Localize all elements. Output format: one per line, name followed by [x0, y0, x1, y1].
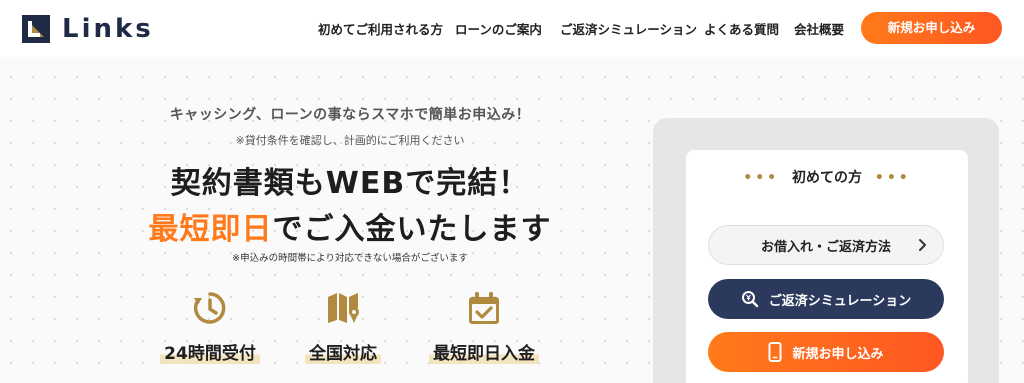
smartphone-icon — [768, 342, 782, 362]
hero-headline-1: 契約書類もWEBで完結！ — [170, 166, 530, 201]
dots-right-icon: ••• — [874, 170, 911, 186]
feature-same-day: 最短即日入金 — [414, 290, 554, 364]
clock-icon — [193, 292, 226, 324]
calendar-check-icon — [469, 292, 499, 324]
hero-section: キャッシング、ローンの事ならスマホで簡単お申込み！ ※貸付条件を確認し、計画的に… — [0, 57, 650, 383]
hero-note-hours: ※申込みの時間帯により対応できない場合がございます — [232, 253, 468, 264]
nav-company[interactable]: 会社概要 — [794, 19, 844, 38]
hero-note-conditions: ※貸付条件を確認し、計画的にご利用ください — [235, 134, 465, 147]
site-logo[interactable]: Links — [22, 14, 154, 44]
new-application-button[interactable]: 新規お申し込み — [708, 332, 944, 372]
nav-faq[interactable]: よくある質問 — [704, 19, 779, 38]
button-label: 新規お申し込み — [792, 346, 884, 362]
search-yen-icon — [741, 290, 759, 308]
feature-label: 24時間受付 — [160, 339, 260, 364]
button-label: お借入れ・ご返済方法 — [760, 239, 891, 255]
hero-headline-rest: でご入金いたします — [272, 212, 552, 247]
repayment-simulation-button[interactable]: ご返済シミュレーション — [708, 279, 944, 319]
hero-headline-2: 最短即日でご入金いたします — [100, 204, 600, 248]
hero-headline-accent: 最短即日 — [148, 212, 273, 247]
feature-nationwide: 全国対応 — [273, 290, 413, 364]
logo-text: Links — [62, 14, 154, 44]
logo-mark-icon — [22, 15, 50, 43]
hero-lead: キャッシング、ローンの事ならスマホで簡単お申込み！ — [169, 107, 531, 123]
nav-repayment-simulation[interactable]: ご返済シミュレーション — [560, 19, 697, 38]
card-title: ••• 初めての方 ••• — [686, 167, 968, 187]
borrow-repay-guide-button[interactable]: お借入れ・ご返済方法 — [708, 225, 944, 265]
nav-first-time[interactable]: 初めてご利用される方 — [318, 19, 443, 38]
header-apply-button[interactable]: 新規お申し込み — [861, 12, 1002, 44]
site-header: Links 初めてご利用される方 ローンのご案内 ご返済シミュレーション よくあ… — [0, 0, 1024, 57]
button-label: ご返済シミュレーション — [768, 293, 912, 309]
dots-left-icon: ••• — [743, 170, 780, 186]
card-title-text: 初めての方 — [792, 170, 862, 186]
chevron-right-icon — [919, 239, 926, 251]
nav-loans[interactable]: ローンのご案内 — [455, 19, 542, 38]
feature-24h: 24時間受付 — [140, 290, 280, 364]
feature-label: 最短即日入金 — [429, 339, 539, 364]
map-icon — [328, 293, 359, 323]
feature-label: 全国対応 — [305, 339, 381, 364]
